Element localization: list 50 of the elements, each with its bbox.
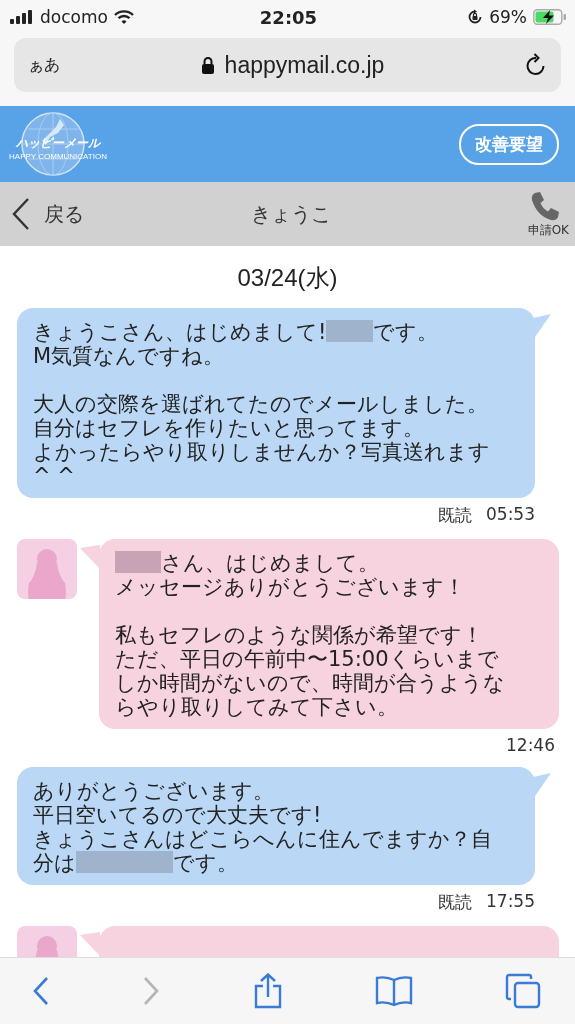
redacted-block — [115, 551, 162, 573]
text-size-button[interactable]: ぁあ — [28, 54, 60, 76]
bubble-tail — [80, 932, 100, 956]
logo-text: ハッピーメール — [16, 135, 100, 152]
back-icon[interactable] — [32, 976, 50, 1006]
message-text: です。 — [372, 320, 438, 344]
message-text: よかったらやり取りしませんか？写真送れます — [33, 440, 490, 464]
redacted-block — [326, 320, 373, 342]
lock-icon — [200, 55, 215, 75]
message-text: ただ、平日の午前中〜15:00くらいまで — [115, 647, 499, 671]
wifi-icon — [113, 10, 134, 24]
message-text: M気質なんですね。 — [33, 344, 225, 368]
avatar-icon — [17, 539, 77, 599]
message-time: 17:55 — [486, 891, 535, 913]
message-text: 私もセフレのような関係が希望です！ — [115, 623, 483, 647]
phone-icon — [529, 189, 561, 222]
message-time: 05:53 — [486, 504, 535, 526]
message-text: 自分はセフレを作りたいと思ってます。 — [33, 416, 424, 440]
message-text: きょうこさんはどこらへんに住んでますか？自 — [33, 827, 492, 851]
carrier-name: docomo — [40, 7, 108, 27]
share-icon[interactable] — [252, 973, 283, 1009]
read-receipt: 既読 — [438, 891, 472, 914]
message-time: 12:46 — [506, 735, 555, 755]
battery-percent: 69% — [489, 7, 527, 27]
message-text: 平日空いてるので大丈夫です! — [33, 803, 322, 827]
message-text: きょうこさん、はじめまして! — [33, 320, 327, 344]
chat-title: きょうこ — [250, 200, 331, 228]
read-receipt: 既読 — [438, 504, 472, 527]
message-text: 大人の交際を選ばれてたのでメールしました。 — [33, 392, 488, 416]
message-text: ^ ^ — [33, 464, 75, 488]
rotation-lock-icon — [467, 9, 484, 25]
call-button[interactable]: 申請OK — [449, 189, 569, 239]
message-text: 分は — [33, 851, 76, 875]
chevron-left-icon — [12, 197, 30, 231]
address-bar[interactable]: ぁあ happymail.co.jp — [14, 38, 561, 92]
tabs-icon[interactable] — [505, 973, 541, 1009]
message-text: メッセージありがとうございます！ — [115, 575, 465, 599]
reload-icon[interactable] — [525, 53, 547, 77]
message-text: です。 — [172, 851, 238, 875]
battery-charging-icon — [533, 9, 567, 25]
clock-time: 22:05 — [259, 6, 318, 28]
date-label: 03/24(水) — [236, 263, 339, 293]
message-text: しか時間がないので、時間が合うような — [115, 671, 505, 695]
message-text: ありがとうございます。 — [33, 779, 274, 803]
back-link[interactable]: 戻る — [12, 197, 132, 231]
signal-icon — [10, 10, 34, 24]
book-icon[interactable] — [374, 975, 413, 1007]
url-text: happymail.co.jp — [224, 51, 385, 79]
message-text: さん、はじめまして。 — [161, 551, 380, 575]
message-text: らやり取りしてみて下さい。 — [115, 695, 398, 719]
